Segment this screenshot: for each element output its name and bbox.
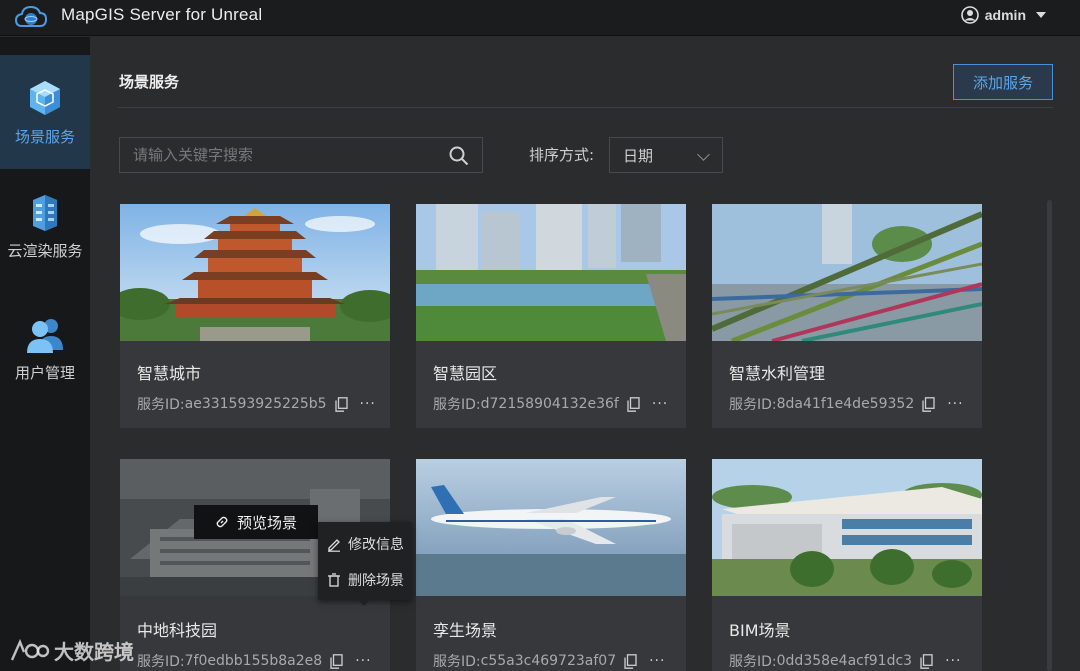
card-id-label: 服务ID: — [729, 654, 777, 670]
scene-card[interactable]: 孪生场景 服务ID: c55a3c469723af07 ··· — [416, 459, 686, 671]
more-icon[interactable]: ··· — [947, 396, 963, 412]
search-input[interactable] — [120, 138, 440, 172]
card-thumbnail — [416, 459, 686, 596]
popup-arrow — [358, 600, 370, 606]
user-name: admin — [984, 7, 1026, 23]
users-icon — [27, 318, 63, 353]
sort-select-value: 日期 — [623, 146, 654, 165]
user-avatar-icon — [960, 6, 979, 24]
card-title: 孪生场景 — [433, 621, 498, 640]
search-box — [119, 137, 483, 173]
card-id-row: 服务ID: 8da41f1e4de59352 ··· — [729, 394, 964, 414]
watermark-text: 大数跨境 — [54, 640, 134, 664]
copy-icon[interactable] — [624, 653, 637, 669]
card-title: 中地科技园 — [137, 621, 218, 640]
more-icon[interactable]: ··· — [649, 653, 665, 669]
card-id-label: 服务ID: — [433, 654, 481, 670]
menu-item-delete-scene[interactable]: 删除场景 — [318, 562, 412, 598]
card-thumbnail — [120, 204, 390, 341]
card-id-label: 服务ID: — [137, 397, 185, 413]
card-id-value: 7f0edbb155b8a2e8 — [184, 653, 323, 669]
scene-card[interactable]: 智慧水利管理 服务ID: 8da41f1e4de59352 ··· — [712, 204, 982, 428]
card-title: 智慧水利管理 — [729, 364, 826, 383]
menu-item-edit-info[interactable]: 修改信息 — [318, 526, 412, 562]
card-context-menu: 修改信息 删除场景 — [318, 522, 412, 606]
watermark: 大数跨境 — [10, 636, 134, 665]
card-thumbnail — [416, 204, 686, 341]
card-thumbnail — [712, 204, 982, 341]
watermark-logo-icon — [10, 638, 50, 660]
more-icon[interactable]: ··· — [355, 653, 371, 669]
sort-label: 排序方式: — [529, 146, 595, 164]
menu-item-label: 删除场景 — [348, 573, 404, 589]
cloud-globe-logo-icon — [14, 5, 48, 27]
page-title: 场景服务 — [119, 73, 180, 91]
card-id-value: ae331593925225b5 — [184, 396, 327, 412]
card-id-label: 服务ID: — [729, 397, 777, 413]
more-icon[interactable]: ··· — [360, 396, 376, 412]
top-bar: MapGIS Server for Unreal admin — [0, 0, 1080, 36]
card-title: 智慧城市 — [137, 364, 202, 383]
user-menu[interactable]: admin — [960, 6, 1046, 24]
server-building-icon — [33, 194, 57, 231]
copy-icon[interactable] — [922, 396, 935, 412]
copy-icon[interactable] — [920, 653, 933, 669]
sidebar-item-label: 用户管理 — [14, 363, 75, 382]
app-title: MapGIS Server for Unreal — [61, 5, 263, 24]
card-title: BIM场景 — [729, 621, 791, 640]
add-service-button[interactable]: 添加服务 — [953, 64, 1053, 100]
more-icon[interactable]: ··· — [945, 653, 961, 669]
card-title: 智慧园区 — [433, 364, 498, 383]
sort-select[interactable]: 日期 — [609, 137, 723, 173]
copy-icon[interactable] — [627, 396, 640, 412]
card-id-value: c55a3c469723af07 — [480, 653, 617, 669]
more-icon[interactable]: ··· — [652, 396, 668, 412]
card-id-row: 服务ID: 0dd358e4acf91dc3 ··· — [729, 651, 961, 671]
search-icon[interactable] — [448, 145, 470, 167]
card-id-value: d72158904132e36f — [480, 396, 619, 412]
copy-icon[interactable] — [334, 396, 348, 412]
scene-card[interactable]: BIM场景 服务ID: 0dd358e4acf91dc3 ··· — [712, 459, 982, 671]
scene-card[interactable]: 智慧城市 服务ID: ae331593925225b5 ··· — [120, 204, 390, 428]
sidebar-item-scene-service[interactable]: 场景服务 — [0, 55, 90, 169]
menu-item-label: 修改信息 — [348, 537, 404, 553]
sidebar-item-label: 云渲染服务 — [7, 241, 83, 260]
chevron-down-icon — [697, 148, 710, 161]
card-id-row: 服务ID: d72158904132e36f ··· — [433, 394, 668, 414]
sidebar-item-user-management[interactable]: 用户管理 — [0, 292, 90, 406]
caret-down-icon — [1036, 12, 1046, 18]
copy-icon[interactable] — [330, 653, 343, 669]
card-id-row: 服务ID: 7f0edbb155b8a2e8 ··· — [137, 651, 372, 671]
edit-icon — [328, 539, 340, 552]
title-divider — [118, 107, 1053, 108]
sidebar-item-cloud-render[interactable]: 云渲染服务 — [0, 169, 90, 283]
preview-scene-button[interactable]: 预览场景 — [194, 505, 318, 539]
link-icon — [216, 516, 228, 528]
cube-icon — [30, 80, 60, 115]
sidebar: 场景服务 云渲染服务 用户管理 — [0, 37, 90, 671]
card-id-row: 服务ID: c55a3c469723af07 ··· — [433, 651, 665, 671]
scrollbar[interactable] — [1047, 200, 1052, 671]
card-id-row: 服务ID: ae331593925225b5 ··· — [137, 394, 376, 414]
trash-icon — [328, 573, 340, 587]
card-thumbnail — [712, 459, 982, 596]
card-id-label: 服务ID: — [137, 654, 185, 670]
card-id-value: 8da41f1e4de59352 — [776, 396, 915, 412]
card-id-value: 0dd358e4acf91dc3 — [776, 653, 913, 669]
main-content: 场景服务 添加服务 排序方式: 日期 — [90, 37, 1080, 671]
scene-card[interactable]: 智慧园区 服务ID: d72158904132e36f ··· — [416, 204, 686, 428]
card-id-label: 服务ID: — [433, 397, 481, 413]
sidebar-item-label: 场景服务 — [14, 127, 75, 146]
preview-scene-label: 预览场景 — [236, 513, 297, 532]
